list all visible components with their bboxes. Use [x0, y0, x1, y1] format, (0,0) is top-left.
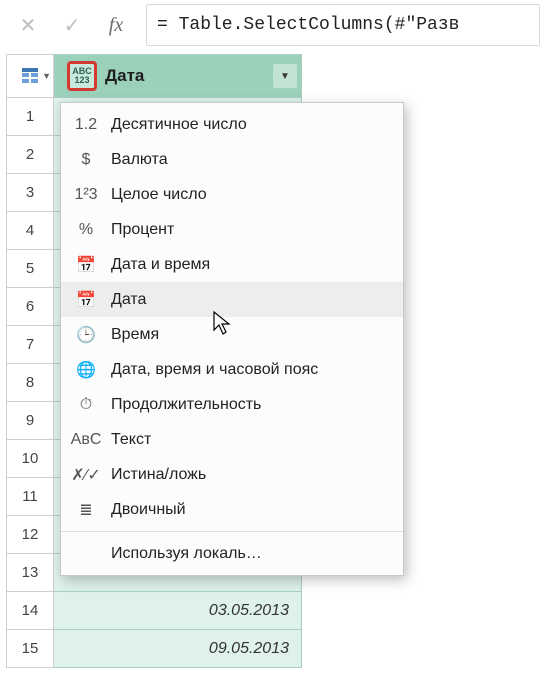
menu-item-label: Дата [111, 291, 146, 309]
menu-item-label: Процент [111, 221, 174, 239]
menu-item-time[interactable]: 🕒 Время [61, 317, 403, 352]
row-header[interactable]: 6 [6, 288, 54, 326]
row-header[interactable]: 1 [6, 98, 54, 136]
cancel-button[interactable]: ✕ [6, 4, 50, 46]
menu-item-datetime[interactable]: 📅 Дата и время [61, 247, 403, 282]
formula-input[interactable]: = Table.SelectColumns(#"Разв [146, 4, 540, 46]
chevron-down-icon: ▼ [42, 71, 51, 81]
row-header[interactable]: 15 [6, 630, 54, 668]
menu-item-decimal[interactable]: 1.2 Десятичное число [61, 107, 403, 142]
row-header[interactable]: 3 [6, 174, 54, 212]
column-header[interactable]: ABC 123 Дата ▼ [54, 54, 302, 98]
percent-icon: % [73, 221, 99, 239]
row-header[interactable]: 5 [6, 250, 54, 288]
accept-button[interactable]: ✓ [50, 4, 94, 46]
column-header-label: Дата [105, 66, 144, 86]
menu-item-locale[interactable]: Используя локаль… [61, 536, 403, 571]
data-type-menu: 1.2 Десятичное число $ Валюта 1²3 Целое … [60, 102, 404, 576]
time-icon: 🕒 [73, 325, 99, 345]
row-header[interactable]: 8 [6, 364, 54, 402]
menu-item-text[interactable]: AʙC Текст [61, 422, 403, 457]
cell[interactable]: 03.05.2013 [54, 592, 302, 630]
boolean-icon: ✗⁄✓ [73, 465, 99, 485]
formula-bar-controls: ✕ ✓ fx [6, 4, 138, 46]
menu-item-currency[interactable]: $ Валюта [61, 142, 403, 177]
menu-item-boolean[interactable]: ✗⁄✓ Истина/ложь [61, 457, 403, 492]
row-header[interactable]: 12 [6, 516, 54, 554]
menu-item-binary[interactable]: ≣ Двоичный [61, 492, 403, 527]
globe-icon: 🌐 [73, 360, 99, 380]
menu-item-label: Истина/ложь [111, 466, 206, 484]
menu-item-label: Дата и время [111, 256, 210, 274]
menu-item-label: Целое число [111, 186, 207, 204]
text-icon: AʙC [73, 431, 99, 449]
menu-separator [61, 531, 403, 532]
data-type-chip[interactable]: ABC 123 [67, 61, 97, 91]
table-row: 1509.05.2013 [6, 630, 546, 668]
menu-item-label: Текст [111, 431, 151, 449]
table-row: 1403.05.2013 [6, 592, 546, 630]
select-all-cell[interactable]: ▼ [6, 54, 54, 98]
header-row: ▼ ABC 123 Дата ▼ [6, 54, 546, 98]
menu-item-label: Продолжительность [111, 396, 261, 414]
row-header[interactable]: 11 [6, 478, 54, 516]
decimal-icon: 1.2 [73, 116, 99, 134]
menu-item-datetimezone[interactable]: 🌐 Дата, время и часовой пояс [61, 352, 403, 387]
menu-item-label: Десятичное число [111, 116, 247, 134]
table-icon [21, 67, 39, 85]
fx-button[interactable]: fx [94, 4, 138, 46]
menu-item-label: Используя локаль… [111, 545, 262, 563]
column-filter-button[interactable]: ▼ [273, 64, 297, 88]
menu-item-date[interactable]: 📅 Дата [61, 282, 403, 317]
menu-item-integer[interactable]: 1²3 Целое число [61, 177, 403, 212]
menu-item-label: Двоичный [111, 501, 186, 519]
row-header[interactable]: 10 [6, 440, 54, 478]
cell[interactable]: 09.05.2013 [54, 630, 302, 668]
row-header[interactable]: 9 [6, 402, 54, 440]
formula-bar: ✕ ✓ fx = Table.SelectColumns(#"Разв [6, 4, 540, 46]
menu-item-label: Валюта [111, 151, 168, 169]
currency-icon: $ [73, 151, 99, 169]
binary-icon: ≣ [73, 500, 99, 520]
row-header[interactable]: 2 [6, 136, 54, 174]
menu-item-label: Время [111, 326, 159, 344]
menu-item-percent[interactable]: % Процент [61, 212, 403, 247]
menu-item-duration[interactable]: ⏱ Продолжительность [61, 387, 403, 422]
row-header[interactable]: 7 [6, 326, 54, 364]
row-header[interactable]: 13 [6, 554, 54, 592]
datetime-icon: 📅 [73, 255, 99, 275]
type-chip-bottom: 123 [74, 76, 89, 85]
stopwatch-icon: ⏱ [73, 396, 99, 414]
row-header[interactable]: 14 [6, 592, 54, 630]
row-header[interactable]: 4 [6, 212, 54, 250]
menu-item-label: Дата, время и часовой пояс [111, 361, 318, 379]
date-icon: 📅 [73, 290, 99, 310]
integer-icon: 1²3 [73, 186, 99, 204]
